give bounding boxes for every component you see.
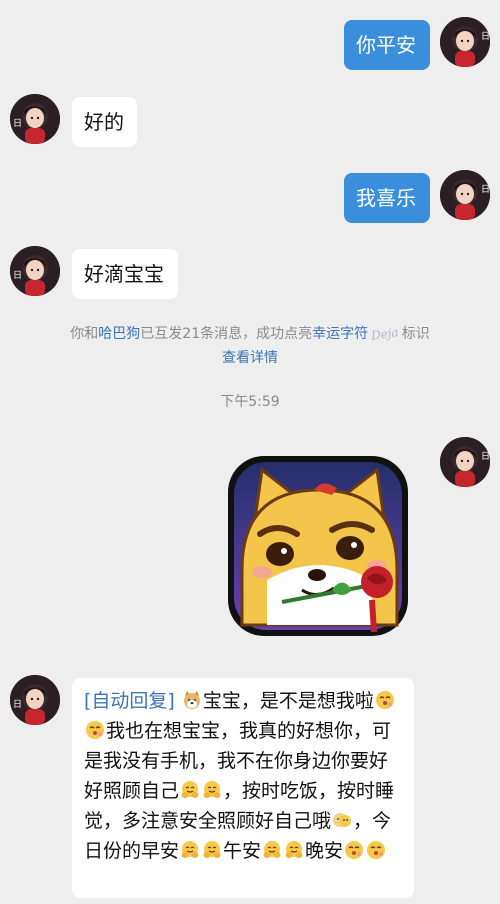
- avatar-girl-icon: 日: [440, 437, 490, 487]
- notice-prefix: 你和: [70, 326, 99, 342]
- shiba-dog-sticker-icon: [228, 456, 408, 636]
- kissing-face-icon: [375, 690, 395, 710]
- avatar-girl-icon: 日: [10, 94, 60, 144]
- auto-reply-text: 宝宝，是不是想我啦: [202, 690, 374, 712]
- avatar-contact[interactable]: 日: [10, 675, 60, 725]
- notice-middle: 已互发21条消息，成功点亮: [140, 326, 313, 342]
- notice-suffix: 标识: [401, 326, 430, 342]
- avatar-contact[interactable]: 日: [10, 94, 60, 144]
- svg-text:日: 日: [481, 31, 490, 42]
- svg-text:日: 日: [13, 699, 22, 710]
- shiba-rose-sticker[interactable]: [222, 450, 414, 642]
- svg-text:日: 日: [13, 270, 22, 281]
- kissing-face-icon: [344, 840, 364, 860]
- avatar-self[interactable]: 日: [440, 17, 490, 67]
- system-notice: 你和哈巴狗已互发21条消息，成功点亮幸运字符 Deja 标识: [0, 324, 500, 344]
- hugging-face-icon: [180, 840, 200, 860]
- deja-badge-icon: Deja: [370, 325, 400, 343]
- avatar-self[interactable]: 日: [440, 437, 490, 487]
- kissing-face-icon: [85, 720, 105, 740]
- hugging-face-icon: [202, 780, 222, 800]
- avatar-girl-icon: 日: [10, 675, 60, 725]
- timestamp: 下午5:59: [220, 394, 280, 410]
- avatar-girl-icon: 日: [440, 170, 490, 220]
- message-bubble-outgoing[interactable]: 我喜乐: [344, 173, 430, 223]
- hugging-face-icon: [262, 840, 282, 860]
- avatar-self[interactable]: 日: [440, 170, 490, 220]
- view-details-link[interactable]: 查看详情: [222, 350, 278, 366]
- auto-reply-text: 晚安: [305, 840, 344, 862]
- friend-name-link[interactable]: 哈巴狗: [98, 326, 140, 342]
- hugging-face-icon: [202, 840, 222, 860]
- hugging-face-icon: [284, 840, 304, 860]
- auto-reply-text: 午安: [223, 840, 262, 862]
- dog-face-icon: [182, 690, 202, 710]
- lucky-badge-link[interactable]: 幸运字符: [312, 326, 368, 342]
- svg-text:日: 日: [481, 451, 490, 462]
- hug-icon: [332, 810, 352, 830]
- avatar-contact[interactable]: 日: [10, 246, 60, 296]
- auto-reply-bubble[interactable]: [自动回复] 宝宝，是不是想我啦 我也在想宝宝，我真的好想你，可是我没有手机，我不…: [72, 678, 414, 898]
- message-bubble-incoming[interactable]: 好的: [72, 97, 137, 147]
- message-bubble-outgoing[interactable]: 你平安: [344, 20, 430, 70]
- hugging-face-icon: [180, 780, 200, 800]
- svg-text:日: 日: [13, 118, 22, 129]
- view-details-row: 查看详情: [0, 348, 500, 368]
- kissing-face-icon: [366, 840, 386, 860]
- auto-reply-tag: [自动回复]: [84, 690, 175, 712]
- avatar-girl-icon: 日: [440, 17, 490, 67]
- message-bubble-incoming[interactable]: 好滴宝宝: [72, 249, 178, 299]
- svg-text:日: 日: [481, 184, 490, 195]
- avatar-girl-icon: 日: [10, 246, 60, 296]
